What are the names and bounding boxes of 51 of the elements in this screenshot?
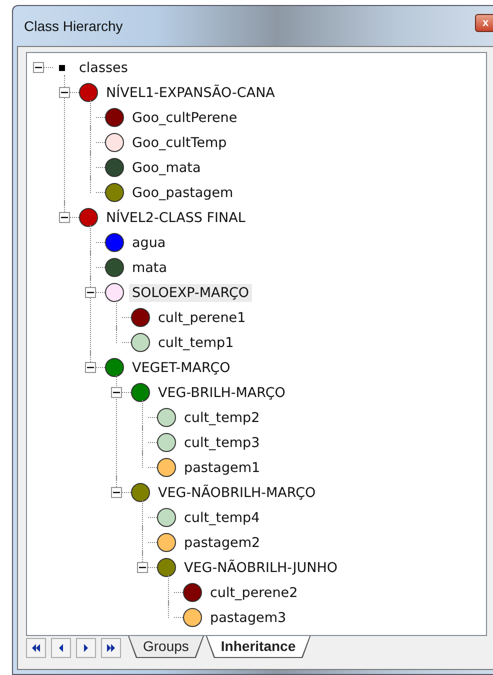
tree-item[interactable]: mata	[129, 258, 170, 276]
minus-icon	[61, 89, 68, 96]
tree-item[interactable]: classes	[76, 58, 131, 76]
minus-icon	[113, 489, 120, 496]
collapse-toggle[interactable]	[111, 387, 122, 398]
tree-item[interactable]: VEG-NÃOBRILH-MARÇO	[155, 484, 319, 502]
tree-item[interactable]: VEG-NÃOBRILH-JUNHO	[181, 558, 340, 576]
minus-icon	[113, 389, 120, 396]
tree-item[interactable]: NÍVEL1-EXPANSÃO-CANA	[103, 84, 278, 102]
nav-button[interactable]	[51, 638, 71, 658]
tree-item[interactable]: NÍVEL2-CLASS FINAL	[103, 208, 248, 226]
tree-item[interactable]: cult_temp3	[181, 434, 263, 452]
tree-item[interactable]: VEGET-MARÇO	[129, 358, 234, 376]
tree-item[interactable]: cult_temp1	[155, 334, 237, 352]
root-icon	[59, 64, 65, 70]
tree-item[interactable]: pastagem1	[181, 458, 264, 476]
tab[interactable]: Groups	[128, 636, 204, 658]
tree-item[interactable]: VEG-BRILH-MARÇO	[155, 384, 288, 402]
nav-button[interactable]	[76, 638, 96, 658]
tree-item[interactable]: cult_perene1	[155, 308, 249, 326]
tree-item[interactable]: Goo_cultTemp	[129, 134, 230, 152]
minus-icon	[35, 64, 42, 71]
minus-icon	[61, 214, 68, 221]
tree-item[interactable]: SOLOEXP-MARÇO	[129, 284, 252, 302]
collapse-toggle[interactable]	[85, 362, 96, 373]
tree-item[interactable]: Goo_mata	[129, 158, 204, 176]
nav-button[interactable]	[26, 638, 46, 658]
collapse-toggle[interactable]	[59, 87, 70, 98]
tab[interactable]: Inheritance	[206, 636, 311, 658]
tree-item[interactable]: Goo_cultPerene	[129, 108, 240, 126]
first-icon	[32, 643, 40, 653]
collapse-toggle[interactable]	[33, 62, 44, 73]
previous-icon	[56, 643, 66, 653]
last-icon	[106, 643, 116, 653]
tree-item[interactable]: agua	[129, 234, 169, 252]
minus-icon	[139, 564, 146, 571]
next-icon	[82, 643, 90, 653]
collapse-toggle[interactable]	[137, 562, 148, 573]
collapse-toggle[interactable]	[59, 212, 70, 223]
minus-icon	[87, 289, 94, 296]
nav-button[interactable]	[101, 638, 121, 658]
tree-item[interactable]: pastagem3	[207, 608, 290, 626]
tree-item[interactable]: cult_perene2	[207, 584, 301, 602]
collapse-toggle[interactable]	[111, 487, 122, 498]
tree-item[interactable]: cult_temp2	[181, 408, 263, 426]
window-title: Class Hierarchy	[23, 18, 124, 34]
collapse-toggle[interactable]	[85, 287, 96, 298]
tree-item[interactable]: cult_temp4	[181, 508, 263, 526]
tree-item[interactable]: Goo_pastagem	[129, 184, 236, 202]
tree-item[interactable]: pastagem2	[181, 534, 264, 552]
minus-icon	[87, 364, 94, 371]
